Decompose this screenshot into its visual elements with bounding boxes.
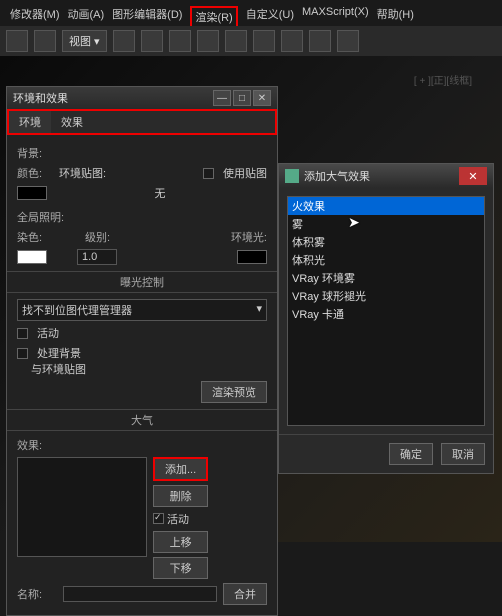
render-preview-button[interactable]: 渲染预览 bbox=[201, 381, 267, 403]
minimize-button[interactable]: — bbox=[213, 90, 231, 106]
toolbar-btn-1[interactable] bbox=[6, 30, 28, 52]
toolbar-btn-3[interactable] bbox=[113, 30, 135, 52]
dialog2-titlebar[interactable]: 添加大气效果 ✕ bbox=[279, 164, 493, 188]
delete-button[interactable]: 删除 bbox=[153, 485, 208, 507]
menu-bar: 修改器(M) 动画(A) 图形编辑器(D) 渲染(R) 自定义(U) MAXSc… bbox=[0, 6, 414, 28]
name-input[interactable] bbox=[63, 586, 217, 602]
dialog1-title: 环境和效果 bbox=[13, 90, 68, 106]
dialog2-title: 添加大气效果 bbox=[304, 168, 370, 184]
ok-button[interactable]: 确定 bbox=[389, 443, 433, 465]
menu-maxscript[interactable]: MAXScript(X) bbox=[302, 6, 369, 28]
list-item-vollight[interactable]: 体积光 bbox=[288, 251, 484, 269]
tab-effects[interactable]: 效果 bbox=[51, 111, 93, 133]
envlight-swatch[interactable] bbox=[237, 250, 267, 264]
dialog1-tabs: 环境 效果 bbox=[7, 109, 277, 135]
dialog2-close-button[interactable]: ✕ bbox=[459, 167, 487, 185]
list-item-vraysphere[interactable]: VRay 球形褪光 bbox=[288, 287, 484, 305]
envmap-sublabel: 与环境贴图 bbox=[31, 361, 86, 377]
envmap-label: 环境贴图: bbox=[59, 165, 106, 181]
bg-color-swatch[interactable] bbox=[17, 186, 47, 200]
use-map-label: 使用贴图 bbox=[223, 165, 267, 181]
dialog1-titlebar[interactable]: 环境和效果 — □ ✕ bbox=[7, 87, 277, 109]
dialog2-body: 火效果 雾 体积雾 体积光 VRay 环境雾 VRay 球形褪光 VRay 卡通 bbox=[279, 188, 493, 434]
merge-button[interactable]: 合并 bbox=[223, 583, 267, 605]
maximize-button[interactable]: □ bbox=[233, 90, 251, 106]
level-label: 级别: bbox=[85, 229, 121, 245]
toolbar-btn-5[interactable] bbox=[169, 30, 191, 52]
exposure-section: 曝光控制 bbox=[7, 271, 277, 293]
tab-environment[interactable]: 环境 bbox=[9, 111, 51, 133]
add-button[interactable]: 添加... bbox=[153, 457, 208, 481]
dialog2-icon bbox=[285, 169, 299, 183]
cancel-button[interactable]: 取消 bbox=[441, 443, 485, 465]
move-down-button[interactable]: 下移 bbox=[153, 557, 208, 579]
toolbar-btn-9[interactable] bbox=[281, 30, 303, 52]
environment-effects-dialog: 环境和效果 — □ ✕ 环境 效果 背景: 颜色: 环境贴图: 使用贴图 无 全… bbox=[6, 86, 278, 616]
menu-modifiers[interactable]: 修改器(M) bbox=[10, 6, 60, 28]
effects-label: 效果: bbox=[17, 437, 53, 453]
toolbar-btn-7[interactable] bbox=[225, 30, 247, 52]
active-label: 活动 bbox=[37, 325, 59, 341]
move-up-button[interactable]: 上移 bbox=[153, 531, 208, 553]
atmosphere-section: 大气 bbox=[7, 409, 277, 431]
effects-listbox[interactable] bbox=[17, 457, 147, 557]
menu-graph-editor[interactable]: 图形编辑器(D) bbox=[112, 6, 182, 28]
color-label: 颜色: bbox=[17, 165, 53, 181]
name-label: 名称: bbox=[17, 586, 57, 602]
process-bg-checkbox[interactable] bbox=[17, 348, 28, 359]
effects-active-label: 活动 bbox=[167, 514, 189, 526]
tint-label: 染色: bbox=[17, 229, 53, 245]
toolbar-btn-6[interactable] bbox=[197, 30, 219, 52]
viewport-label: [ + ][正][线框] bbox=[414, 72, 472, 87]
menu-help[interactable]: 帮助(H) bbox=[377, 6, 414, 28]
cursor-icon: ➤ bbox=[348, 214, 360, 231]
dialog1-body: 背景: 颜色: 环境贴图: 使用贴图 无 全局照明: 染色: 级别: 环境光: … bbox=[7, 135, 277, 615]
toolbar-btn-2[interactable] bbox=[34, 30, 56, 52]
list-item-vrayfog[interactable]: VRay 环境雾 bbox=[288, 269, 484, 287]
close-button[interactable]: ✕ bbox=[253, 90, 271, 106]
use-map-checkbox[interactable] bbox=[203, 168, 214, 179]
background-label: 背景: bbox=[17, 145, 53, 161]
toolbar-btn-8[interactable] bbox=[253, 30, 275, 52]
toolbar-btn-11[interactable] bbox=[337, 30, 359, 52]
global-light-label: 全局照明: bbox=[17, 209, 64, 225]
active-checkbox[interactable] bbox=[17, 328, 28, 339]
exposure-dropdown[interactable]: 找不到位图代理管理器▾ bbox=[17, 299, 267, 321]
effects-active-checkbox[interactable] bbox=[153, 513, 164, 524]
add-atmosphere-dialog: 添加大气效果 ✕ 火效果 雾 体积雾 体积光 VRay 环境雾 VRay 球形褪… bbox=[278, 163, 494, 474]
process-bg-label: 处理背景 bbox=[37, 345, 81, 361]
envlight-label: 环境光: bbox=[231, 229, 267, 245]
envmap-none[interactable]: 无 bbox=[53, 185, 267, 201]
menu-animation[interactable]: 动画(A) bbox=[68, 6, 105, 28]
list-item-fire[interactable]: 火效果 bbox=[288, 197, 484, 215]
list-item-fog[interactable]: 雾 bbox=[288, 215, 484, 233]
list-item-vraytoon[interactable]: VRay 卡通 bbox=[288, 305, 484, 323]
atmosphere-list[interactable]: 火效果 雾 体积雾 体积光 VRay 环境雾 VRay 球形褪光 VRay 卡通 bbox=[287, 196, 485, 426]
menu-customize[interactable]: 自定义(U) bbox=[246, 6, 294, 28]
list-item-volfog[interactable]: 体积雾 bbox=[288, 233, 484, 251]
level-spinner[interactable]: 1.0 bbox=[77, 249, 117, 265]
menu-render[interactable]: 渲染(R) bbox=[190, 6, 237, 28]
toolbar: 视图 ▾ bbox=[0, 26, 502, 56]
toolbar-btn-4[interactable] bbox=[141, 30, 163, 52]
tint-swatch[interactable] bbox=[17, 250, 47, 264]
toolbar-btn-10[interactable] bbox=[309, 30, 331, 52]
view-dropdown[interactable]: 视图 ▾ bbox=[62, 30, 107, 52]
